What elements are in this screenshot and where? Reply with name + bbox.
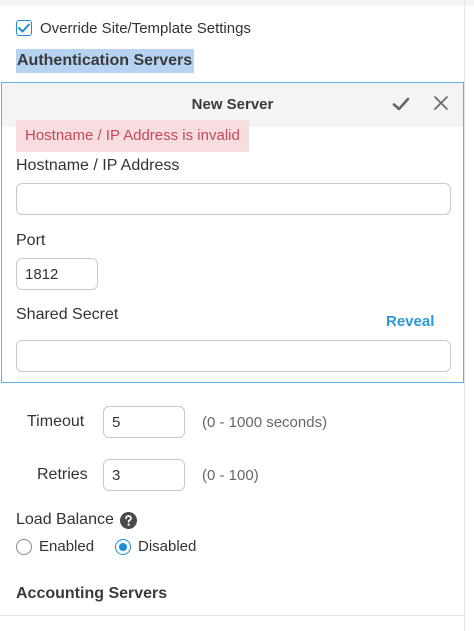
timeout-hint: (0 - 1000 seconds) [202, 414, 328, 431]
override-settings-row[interactable]: Override Site/Template Settings [16, 17, 251, 39]
port-label: Port [16, 232, 46, 249]
retries-input[interactable] [103, 459, 185, 491]
radio-disabled[interactable]: Disabled [115, 538, 196, 555]
hostname-label: Hostname / IP Address [16, 157, 180, 174]
help-circle-icon[interactable] [119, 511, 137, 529]
radio-disabled-circle[interactable] [115, 538, 131, 555]
radio-enabled-label: Enabled [39, 538, 95, 555]
load-balance-label: Load Balance [16, 511, 137, 529]
shared-secret-label: Shared Secret [16, 306, 119, 323]
radio-disabled-label: Disabled [138, 538, 197, 555]
close-icon[interactable] [433, 95, 449, 111]
retries-hint: (0 - 100) [202, 467, 259, 484]
validation-error-badge: Hostname / IP Address is invalid [16, 120, 249, 152]
retries-label: Retries [37, 466, 88, 483]
hostname-input[interactable] [16, 183, 451, 215]
timeout-label: Timeout [27, 413, 85, 430]
new-server-panel: New Server Hostname / IP Address is inva… [1, 82, 464, 383]
radio-enabled[interactable]: Enabled [16, 538, 94, 555]
reveal-secret-link[interactable]: Reveal [386, 313, 434, 330]
right-border [464, 0, 465, 631]
authentication-servers-heading: Authentication Servers [16, 49, 195, 73]
shared-secret-input[interactable] [16, 340, 451, 372]
override-label: Override Site/Template Settings [40, 19, 251, 37]
top-strip [0, 0, 474, 6]
port-input[interactable] [16, 258, 98, 290]
load-balance-text: Load Balance [16, 511, 114, 528]
accounting-servers-heading: Accounting Servers [16, 585, 168, 602]
radio-selected-dot [119, 542, 127, 551]
bottom-divider [0, 615, 464, 616]
checkmark-icon [18, 23, 30, 33]
override-checkbox[interactable] [16, 20, 32, 36]
timeout-input[interactable] [103, 406, 185, 438]
check-icon[interactable] [392, 95, 410, 113]
radio-enabled-circle[interactable] [16, 538, 32, 555]
